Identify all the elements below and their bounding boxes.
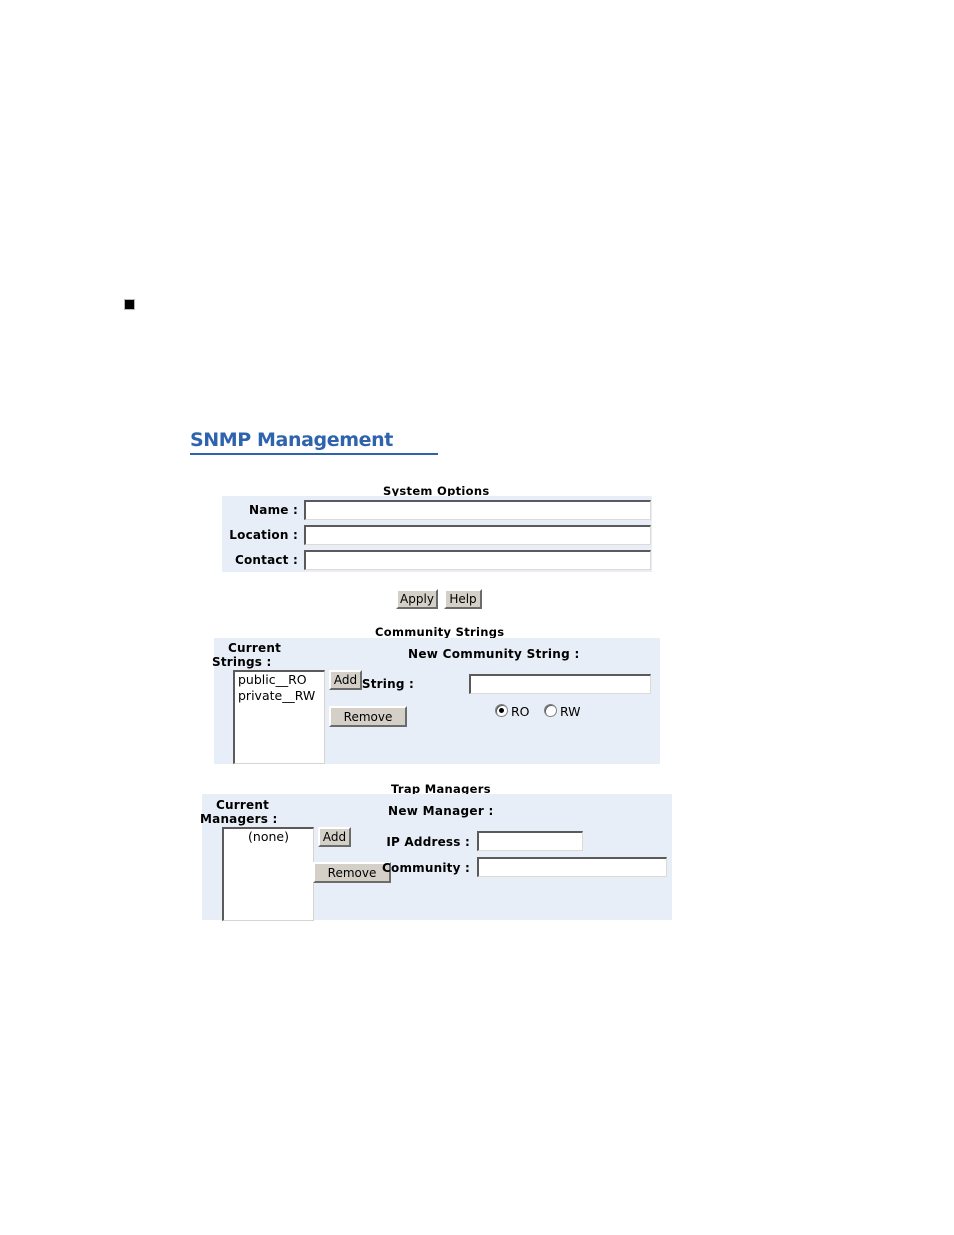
- apply-button[interactable]: Apply: [396, 589, 438, 609]
- location-label: Location :: [229, 528, 298, 542]
- location-input[interactable]: [304, 525, 651, 545]
- help-button[interactable]: Help: [444, 589, 482, 609]
- contact-input[interactable]: [304, 550, 651, 570]
- string-input[interactable]: [469, 674, 651, 694]
- list-item[interactable]: public__RO: [235, 672, 324, 688]
- community-label: Community :: [382, 861, 470, 875]
- current-strings-listbox[interactable]: public__RO private__RW: [233, 670, 325, 764]
- page-title-block: SNMP Management: [190, 430, 440, 455]
- string-label: String :: [361, 677, 414, 691]
- current-managers-listbox[interactable]: (none): [222, 827, 314, 921]
- name-input[interactable]: [304, 500, 651, 520]
- new-manager-heading: New Manager :: [388, 804, 494, 818]
- list-item[interactable]: private__RW: [235, 688, 324, 704]
- community-strings-heading: Community Strings: [375, 625, 505, 639]
- current-strings-label: Current Strings :: [212, 641, 282, 669]
- radio-ro[interactable]: RO: [495, 704, 530, 719]
- community-input[interactable]: [477, 857, 667, 877]
- title-underline-rule: [190, 453, 438, 455]
- radio-rw-label: RW: [560, 704, 581, 719]
- radio-ro-indicator[interactable]: [495, 704, 508, 717]
- list-item[interactable]: (none): [224, 829, 313, 845]
- radio-ro-label: RO: [511, 704, 530, 719]
- remove-community-string-button[interactable]: Remove: [329, 706, 407, 727]
- bullet-marker: [124, 299, 135, 310]
- ip-address-label: IP Address :: [386, 835, 470, 849]
- name-label: Name :: [249, 503, 298, 517]
- current-managers-label: Current Managers :: [200, 798, 278, 826]
- ip-address-input[interactable]: [477, 831, 583, 851]
- radio-rw-indicator[interactable]: [544, 704, 557, 717]
- page-title: SNMP Management: [190, 429, 393, 451]
- new-community-string-heading: New Community String :: [408, 647, 580, 661]
- radio-rw[interactable]: RW: [544, 704, 581, 719]
- contact-label: Contact :: [234, 553, 298, 567]
